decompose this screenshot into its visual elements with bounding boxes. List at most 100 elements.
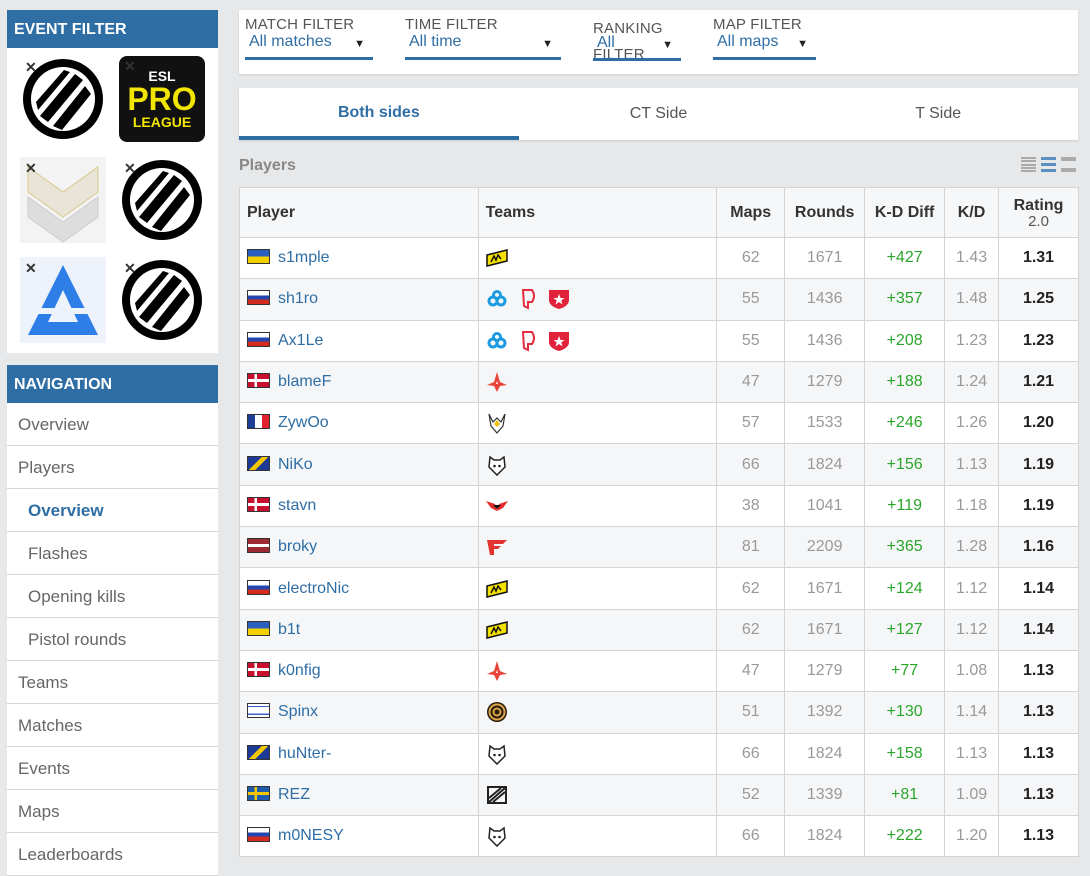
team-dignitas-icon[interactable] [516,288,540,311]
header-maps[interactable]: Maps [716,187,786,238]
player-cell[interactable]: b1t [239,608,479,651]
team-gambit-icon[interactable] [547,288,571,310]
team-ence-icon[interactable] [485,701,509,723]
header-kd-diff[interactable]: K-D Diff [864,187,946,238]
team-astralis-icon[interactable] [485,660,509,682]
player-cell[interactable]: Spinx [239,691,479,734]
team-g2-icon[interactable] [485,454,509,476]
team-nip-icon[interactable] [485,784,509,806]
player-name-link[interactable]: NiKo [278,456,313,473]
nav-item-events[interactable]: Events [7,747,218,790]
player-name-link[interactable]: Ax1Le [278,332,323,349]
player-cell[interactable]: ZywOo [239,402,479,445]
nav-item-overview[interactable]: Overview [7,403,218,446]
nav-item-flashes[interactable]: Flashes [7,532,218,575]
event-logo-iem-chevron-logo[interactable]: ✕ [20,156,106,243]
rounds-cell: 1279 [784,360,866,404]
kd-cell: 1.26 [944,402,1000,445]
nav-item-pistol-rounds[interactable]: Pistol rounds [7,618,218,661]
header-rounds[interactable]: Rounds [784,187,866,238]
player-cell[interactable]: electroNic [239,567,479,610]
player-name-link[interactable]: huNter- [278,745,331,762]
maps-cell: 51 [716,691,786,734]
player-name-link[interactable]: Spinx [278,703,318,720]
player-name-link[interactable]: ZywOo [278,414,329,431]
team-faze-icon[interactable] [485,536,509,558]
team-cloud9-icon[interactable] [485,330,509,352]
team-dignitas-icon[interactable] [516,330,540,352]
player-cell[interactable]: REZ [239,773,479,817]
event-logo-blast-premier-logo[interactable]: ✕ [20,257,106,344]
player-name-link[interactable]: blameF [278,373,331,390]
team-astralis-icon[interactable] [485,371,509,393]
player-name-link[interactable]: sh1ro [278,290,318,307]
remove-event-icon[interactable]: ✕ [25,260,37,277]
nav-item-maps[interactable]: Maps [7,790,218,833]
team-cloud9-icon[interactable] [485,288,509,310]
tab-t-side[interactable]: T Side [798,88,1078,140]
team-navi-icon[interactable] [485,619,509,641]
player-cell[interactable]: huNter- [239,732,479,775]
team-navi-icon[interactable] [485,578,509,600]
player-name-link[interactable]: s1mple [278,249,330,266]
player-name-link[interactable]: broky [278,538,317,555]
player-cell[interactable]: NiKo [239,443,479,486]
player-name-link[interactable]: b1t [278,621,300,638]
team-vitality-icon[interactable] [485,412,509,435]
compact-view-icon[interactable] [1021,157,1036,172]
tab-both-sides[interactable]: Both sides [239,88,519,140]
nav-item-matches[interactable]: Matches [7,704,218,747]
filter-map-filter[interactable]: MAP FILTER All maps ▼ [713,16,816,60]
player-cell[interactable]: broky [239,526,479,569]
table-row: s1mple 62 1671 +427 1.43 1.31 [239,236,1079,280]
event-logo-esl-pro-league-logo[interactable]: ESL PRO LEAGUE ✕ [119,56,205,142]
header-player[interactable]: Player [239,187,479,238]
team-heroic-icon[interactable] [485,495,509,517]
filter-ranking-filter[interactable]: RANKING FILTER All ▼ [593,16,681,63]
rating-cell: 1.16 [998,526,1079,569]
player-cell[interactable]: s1mple [239,236,479,280]
header-kd[interactable]: K/D [944,187,1000,238]
team-gambit-icon[interactable] [547,330,571,352]
normal-view-icon[interactable] [1041,157,1056,172]
player-name-link[interactable]: stavn [278,497,316,514]
player-cell[interactable]: m0NESY [239,815,479,858]
player-cell[interactable]: sh1ro [239,278,479,321]
event-logo-blast-logo[interactable]: ✕ [20,56,106,142]
large-view-icon[interactable] [1061,157,1076,172]
nav-item-overview[interactable]: Overview [7,489,218,532]
filter-match-filter[interactable]: MATCH FILTER All matches ▼ [245,16,373,60]
remove-event-icon[interactable]: ✕ [25,59,37,76]
team-navi-icon[interactable] [485,247,509,269]
team-g2-icon[interactable] [485,743,509,765]
player-name-link[interactable]: k0nfig [278,662,321,679]
tab-ct-side[interactable]: CT Side [519,88,799,140]
player-name-link[interactable]: electroNic [278,580,349,597]
event-filter-title: EVENT FILTER [7,10,218,48]
team-g2-icon[interactable] [485,825,509,848]
kd-diff-cell: +365 [864,526,946,569]
nav-item-leaderboards[interactable]: Leaderboards [7,833,218,876]
player-cell[interactable]: k0nfig [239,649,479,693]
flag-ru-icon [247,331,270,347]
remove-event-icon[interactable]: ✕ [124,260,136,277]
player-name-link[interactable]: m0NESY [278,827,344,844]
event-logo-blast-logo[interactable]: ✕ [119,257,205,343]
header-rating[interactable]: Rating 2.0 [998,187,1079,238]
nav-item-players[interactable]: Players [7,446,218,489]
filter-time-filter[interactable]: TIME FILTER All time ▼ [405,16,561,60]
remove-event-icon[interactable]: ✕ [124,160,136,177]
player-cell[interactable]: blameF [239,360,479,404]
kd-diff-cell: +357 [864,278,946,321]
flag-ba-icon [247,744,270,760]
remove-event-icon[interactable]: ✕ [124,59,136,73]
teams-cell [477,278,718,321]
player-cell[interactable]: Ax1Le [239,319,479,362]
player-cell[interactable]: stavn [239,484,479,528]
nav-item-opening-kills[interactable]: Opening kills [7,575,218,618]
event-logo-blast-logo[interactable]: ✕ [119,157,205,243]
flag-ua-icon [247,249,270,265]
player-name-link[interactable]: REZ [278,786,310,803]
nav-item-teams[interactable]: Teams [7,661,218,704]
remove-event-icon[interactable]: ✕ [25,160,37,177]
